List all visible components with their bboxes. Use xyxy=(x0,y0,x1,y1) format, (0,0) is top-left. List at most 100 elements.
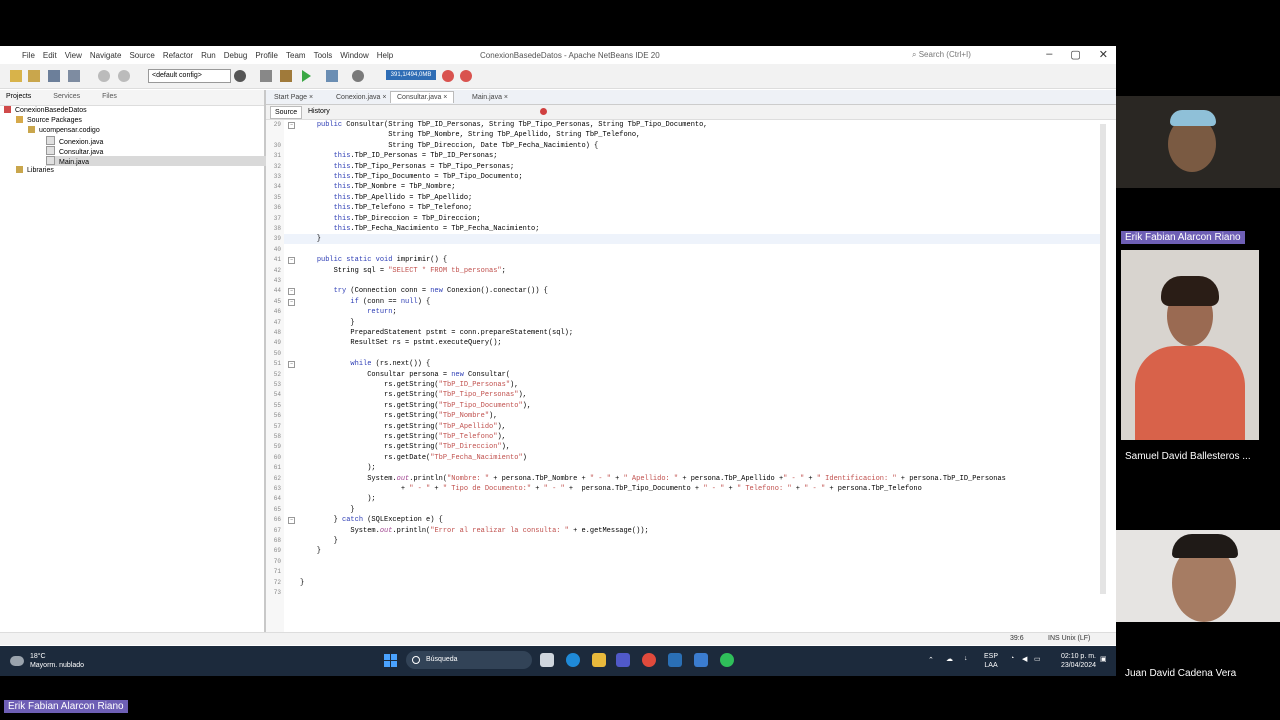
code-line[interactable]: 49 ResultSet rs = pstmt.executeQuery(); xyxy=(274,338,1104,348)
tree-package[interactable]: ucompensar.codigo xyxy=(28,126,100,136)
source-button[interactable]: Source xyxy=(270,106,303,119)
code-line[interactable]: 56 rs.getString("TbP_Nombre"), xyxy=(274,411,1104,421)
debug-icon[interactable] xyxy=(326,70,338,82)
code-line[interactable]: 35 this.TbP_Apellido = TbP_Apellido; xyxy=(274,193,1104,203)
profiler-icon[interactable] xyxy=(460,70,472,82)
netbeans-icon[interactable] xyxy=(694,653,708,667)
edge-icon[interactable] xyxy=(566,653,580,667)
code-line[interactable]: 67 System.out.println("Error al realizar… xyxy=(274,526,1104,536)
notification-icon[interactable]: ▣ xyxy=(1100,655,1107,663)
code-line[interactable]: 37 this.TbP_Direccion = TbP_Direccion; xyxy=(274,214,1104,224)
teams-icon[interactable] xyxy=(616,653,630,667)
tree-libraries[interactable]: Libraries xyxy=(16,166,54,176)
vertical-scrollbar[interactable] xyxy=(1100,124,1106,594)
config-select[interactable]: <default config> xyxy=(148,69,231,83)
tab-conexion[interactable]: Conexion.java × xyxy=(336,92,386,103)
onedrive-icon[interactable]: ☁ xyxy=(946,655,953,663)
menu-item[interactable]: Navigate xyxy=(90,51,122,60)
tab-files[interactable]: Files xyxy=(102,93,117,105)
battery-icon[interactable]: ▭ xyxy=(1034,655,1041,663)
whatsapp-icon[interactable] xyxy=(720,653,734,667)
menu-item[interactable]: Tools xyxy=(314,51,333,60)
code-line[interactable]: 33 this.TbP_Tipo_Documento = TbP_Tipo_Do… xyxy=(274,172,1104,182)
code-line[interactable]: 63 + " - " + " Tipo de Documento:" + " -… xyxy=(274,484,1104,494)
code-line[interactable]: 44− try (Connection conn = new Conexion(… xyxy=(274,286,1104,296)
chevron-up-icon[interactable]: ⌃ xyxy=(928,656,934,664)
code-line[interactable]: 53 rs.getString("TbP_ID_Personas"), xyxy=(274,380,1104,390)
code-line[interactable]: 70 xyxy=(274,557,1104,567)
code-line[interactable]: 62 System.out.println("Nombre: " + perso… xyxy=(274,474,1104,484)
volume-icon[interactable]: ◀ xyxy=(1022,655,1027,663)
menu-item[interactable]: View xyxy=(65,51,82,60)
code-line[interactable]: 72} xyxy=(274,578,1104,588)
code-line[interactable]: 50 xyxy=(274,349,1104,359)
code-line[interactable]: 47 } xyxy=(274,318,1104,328)
code-line[interactable]: 29− public Consultar(String TbP_ID_Perso… xyxy=(274,120,1104,130)
code-area[interactable]: 29− public Consultar(String TbP_ID_Perso… xyxy=(274,120,1104,630)
code-line[interactable]: 46 return; xyxy=(274,307,1104,317)
task-view-icon[interactable] xyxy=(540,653,554,667)
code-line[interactable]: 34 this.TbP_Nombre = TbP_Nombre; xyxy=(274,182,1104,192)
code-line[interactable]: 55 rs.getString("TbP_Tipo_Documento"), xyxy=(274,401,1104,411)
menu-item[interactable]: Profile xyxy=(255,51,278,60)
code-line[interactable]: 64 ); xyxy=(274,494,1104,504)
fold-toggle-icon[interactable]: − xyxy=(288,517,295,525)
menu-item[interactable]: File xyxy=(22,51,35,60)
tab-consultar[interactable]: Consultar.java × xyxy=(390,91,455,103)
code-line[interactable]: 40 xyxy=(274,245,1104,255)
save-all-icon[interactable] xyxy=(68,70,80,82)
clock[interactable]: 02:10 p. m. 23/04/2024 xyxy=(1052,652,1096,670)
menu-item[interactable]: Team xyxy=(286,51,306,60)
code-line[interactable]: 71 xyxy=(274,567,1104,577)
code-line[interactable]: 42 String sql = "SELECT * FROM tb_person… xyxy=(274,266,1104,276)
minimize-icon[interactable]: – xyxy=(1046,48,1052,61)
code-line[interactable]: 51− while (rs.next()) { xyxy=(274,359,1104,369)
tree-file-conexion[interactable]: Conexion.java xyxy=(46,136,103,146)
fold-toggle-icon[interactable]: − xyxy=(288,122,295,129)
code-line[interactable]: 52 Consultar persona = new Consultar( xyxy=(274,370,1104,380)
menu-item[interactable]: Run xyxy=(201,51,216,60)
weather-widget[interactable]: 18°C Mayorm. nublado xyxy=(10,652,84,670)
undo-icon[interactable] xyxy=(98,70,110,82)
code-line[interactable]: 60 rs.getDate("TbP_Fecha_Nacimiento") xyxy=(274,453,1104,463)
code-line[interactable]: 65 } xyxy=(274,505,1104,515)
menu-item[interactable]: Edit xyxy=(43,51,57,60)
code-line[interactable]: 68 } xyxy=(274,536,1104,546)
code-line[interactable]: 30 String TbP_Direccion, Date TbP_Fecha_… xyxy=(274,141,1104,151)
clean-build-icon[interactable] xyxy=(280,70,292,82)
redo-icon[interactable] xyxy=(118,70,130,82)
history-button[interactable]: History xyxy=(304,106,334,117)
fold-toggle-icon[interactable]: − xyxy=(288,298,295,306)
code-line[interactable]: 73 xyxy=(274,588,1104,598)
fold-toggle-icon[interactable]: − xyxy=(288,288,295,296)
menu-item[interactable]: Window xyxy=(340,51,368,60)
code-line[interactable]: 38 this.TbP_Fecha_Nacimiento = TbP_Fecha… xyxy=(274,224,1104,234)
code-line[interactable]: 32 this.TbP_Tipo_Personas = TbP_Tipo_Per… xyxy=(274,162,1104,172)
new-project-icon[interactable] xyxy=(28,70,40,82)
ide-search-field[interactable]: ⌕ Search (Ctrl+I) xyxy=(912,50,971,60)
tree-source-packages[interactable]: Source Packages xyxy=(16,116,82,126)
code-line[interactable]: 57 rs.getString("TbP_Apellido"), xyxy=(274,422,1104,432)
menu-item[interactable]: Debug xyxy=(224,51,248,60)
code-line[interactable]: 54 rs.getString("TbP_Tipo_Personas"), xyxy=(274,390,1104,400)
code-line[interactable]: 31 this.TbP_ID_Personas = TbP_ID_Persona… xyxy=(274,151,1104,161)
tab-services[interactable]: Services xyxy=(53,93,80,105)
code-line[interactable]: 69 } xyxy=(274,546,1104,556)
code-line[interactable]: 61 ); xyxy=(274,463,1104,473)
new-file-icon[interactable] xyxy=(10,70,22,82)
code-line[interactable]: 43 xyxy=(274,276,1104,286)
menu-item[interactable]: Source xyxy=(129,51,154,60)
hammer-icon[interactable] xyxy=(260,70,272,82)
fold-toggle-icon[interactable]: − xyxy=(288,257,295,265)
code-line[interactable]: 59 rs.getString("TbP_Direccion"), xyxy=(274,442,1104,452)
tree-file-main[interactable]: Main.java xyxy=(46,156,266,166)
download-icon[interactable]: ↓ xyxy=(964,655,968,662)
code-line[interactable]: 45− if (conn == null) { xyxy=(274,297,1104,307)
tree-project[interactable]: ConexionBasedeDatos xyxy=(4,106,87,116)
tab-start-page[interactable]: Start Page × xyxy=(274,92,313,103)
code-line[interactable]: 36 this.TbP_Telefono = TbP_Telefono; xyxy=(274,203,1104,213)
memory-indicator[interactable]: 391,1/494,0MB xyxy=(386,70,436,80)
code-line[interactable]: 58 rs.getString("TbP_Telefono"), xyxy=(274,432,1104,442)
run-icon[interactable] xyxy=(302,70,311,82)
tab-main[interactable]: Main.java × xyxy=(472,92,508,103)
